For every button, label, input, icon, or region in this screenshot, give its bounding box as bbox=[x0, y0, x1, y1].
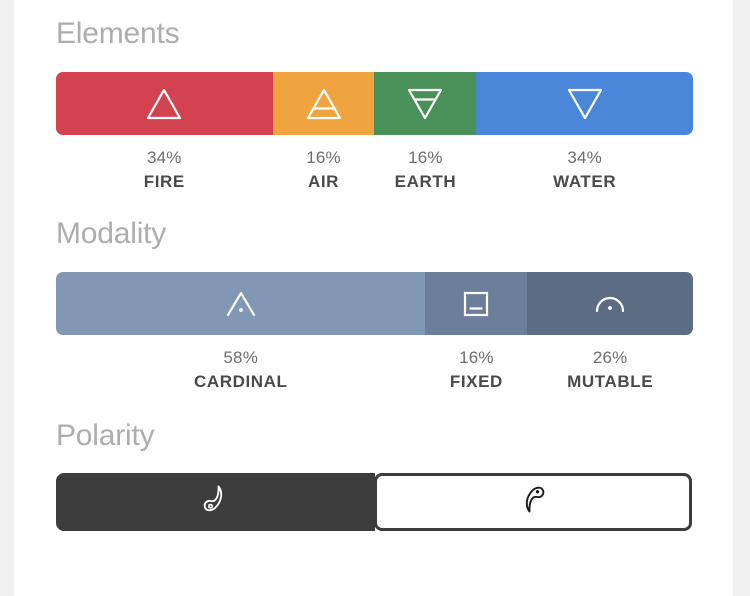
fixed-square-icon bbox=[459, 287, 493, 321]
polarity-heading: Polarity bbox=[56, 418, 155, 452]
elements-segment-water[interactable] bbox=[476, 72, 693, 135]
water-triangle-icon bbox=[565, 86, 605, 122]
legend-label: EARTH bbox=[394, 172, 457, 192]
fire-triangle-icon bbox=[144, 86, 184, 122]
modality-heading: Modality bbox=[56, 217, 167, 251]
mutable-arc-icon bbox=[591, 287, 629, 321]
legend-label: CARDINAL bbox=[193, 372, 288, 392]
legend-percent: 26% bbox=[592, 348, 628, 368]
legend-percent: 58% bbox=[223, 348, 259, 368]
elements-section: Elements 34% FIRE 16% AIR 16% EARTH 34% … bbox=[14, 0, 733, 194]
stats-card: Elements 34% FIRE 16% AIR 16% EARTH 34% … bbox=[14, 0, 733, 596]
legend-item-air: 16% AIR bbox=[273, 146, 375, 194]
elements-segment-air[interactable] bbox=[272, 72, 375, 135]
legend-label: AIR bbox=[307, 172, 340, 192]
yang-teardrop-icon bbox=[518, 482, 548, 521]
legend-percent: 16% bbox=[306, 148, 341, 167]
earth-triangle-icon bbox=[405, 86, 445, 122]
elements-heading: Elements bbox=[56, 17, 180, 50]
legend-item-mutable: 26% MUTABLE bbox=[527, 346, 693, 394]
legend-percent: 16% bbox=[408, 148, 443, 167]
legend-label: WATER bbox=[553, 172, 617, 192]
modality-bar[interactable] bbox=[56, 272, 693, 336]
polarity-bar[interactable] bbox=[56, 472, 693, 531]
legend-item-fire: 34% FIRE bbox=[56, 146, 273, 194]
legend-item-cardinal: 58% CARDINAL bbox=[56, 346, 425, 394]
polarity-segment-yang[interactable] bbox=[373, 472, 692, 531]
modality-segment-mutable[interactable] bbox=[527, 272, 693, 336]
modality-legend: 58% CARDINAL 16% FIXED 26% MUTABLE bbox=[56, 346, 693, 394]
legend-item-earth: 16% EARTH bbox=[374, 146, 476, 194]
yin-teardrop-icon bbox=[200, 482, 230, 521]
air-triangle-icon bbox=[304, 86, 344, 122]
legend-label: MUTABLE bbox=[567, 372, 654, 392]
legend-label: FIXED bbox=[449, 372, 503, 392]
legend-label: FIRE bbox=[143, 172, 185, 192]
legend-percent: 16% bbox=[459, 348, 494, 368]
polarity-section: Polarity bbox=[14, 395, 733, 531]
elements-bar[interactable] bbox=[56, 72, 693, 135]
legend-item-fixed: 16% FIXED bbox=[425, 346, 527, 394]
cardinal-chevron-icon bbox=[222, 287, 260, 321]
legend-percent: 34% bbox=[567, 148, 602, 167]
legend-percent: 34% bbox=[146, 148, 182, 167]
elements-segment-fire[interactable] bbox=[56, 72, 273, 135]
modality-segment-fixed[interactable] bbox=[425, 272, 528, 336]
modality-section: Modality 58% CARDINAL 16% FIXED 26% MUTA… bbox=[14, 194, 733, 394]
legend-item-water: 34% WATER bbox=[476, 146, 693, 194]
modality-segment-cardinal[interactable] bbox=[56, 272, 426, 336]
elements-segment-earth[interactable] bbox=[374, 72, 477, 135]
polarity-segment-yin[interactable] bbox=[56, 472, 375, 531]
elements-legend: 34% FIRE 16% AIR 16% EARTH 34% WATER bbox=[56, 146, 693, 194]
